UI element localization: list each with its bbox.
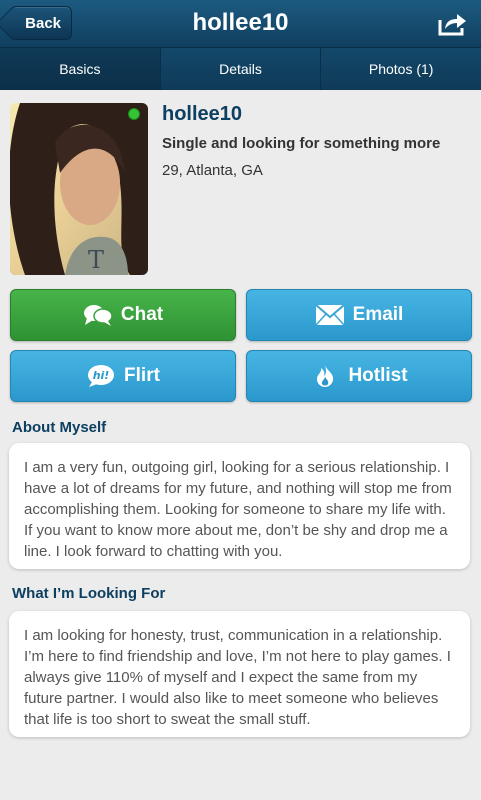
chat-button-label: Chat (120, 304, 164, 325)
share-icon[interactable] (437, 11, 467, 37)
tab-photos[interactable]: Photos (1) (321, 48, 481, 90)
profile-username: hollee10 (162, 103, 243, 125)
flirt-button[interactable]: hi! Flirt (10, 350, 236, 402)
profile-photo-image: T (10, 103, 148, 275)
about-text: I am a very fun, outgoing girl, looking … (24, 459, 452, 560)
profile-photo[interactable]: T (10, 103, 148, 275)
flirt-button-label: Flirt (124, 365, 160, 386)
flame-icon (317, 365, 334, 387)
top-bar: Back hollee10 (0, 0, 481, 48)
profile-tagline: Single and looking for something more (162, 135, 441, 152)
tab-bar: Basics Details Photos (1) (0, 48, 481, 90)
page-title: hollee10 (192, 9, 289, 36)
about-card: I am a very fun, outgoing girl, looking … (9, 443, 470, 569)
email-button-label: Email (352, 304, 404, 325)
looking-for-card: I am looking for honesty, trust, communi… (9, 611, 470, 737)
chat-button[interactable]: Chat (10, 289, 236, 341)
hotlist-button[interactable]: Hotlist (246, 350, 472, 402)
svg-text:hi!: hi! (93, 369, 110, 382)
chat-bubbles-icon (83, 305, 113, 326)
hotlist-button-label: Hotlist (348, 365, 408, 386)
about-heading: About Myself (12, 419, 107, 436)
flirt-bubble-icon: hi! (88, 365, 115, 387)
online-status-indicator (128, 108, 140, 120)
svg-text:T: T (88, 246, 104, 274)
profile-age-location: 29, Atlanta, GA (162, 162, 263, 179)
tab-basics[interactable]: Basics (0, 48, 161, 90)
looking-for-heading: What I’m Looking For (12, 585, 166, 602)
envelope-icon (314, 304, 345, 326)
tab-details[interactable]: Details (160, 48, 322, 90)
email-button[interactable]: Email (246, 289, 472, 341)
looking-for-text: I am looking for honesty, trust, communi… (24, 627, 451, 728)
